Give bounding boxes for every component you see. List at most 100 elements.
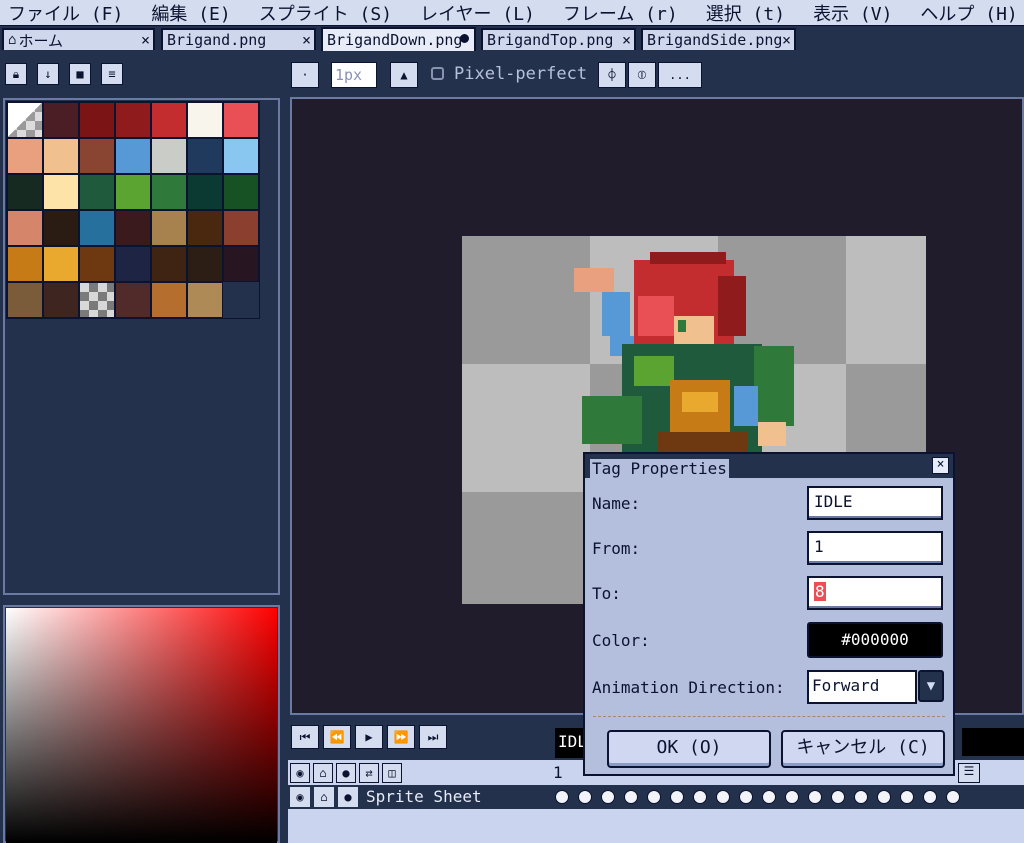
first-frame-icon[interactable]: ⏮	[291, 725, 319, 749]
dialog-titlebar[interactable]: Tag Properties ×	[585, 454, 953, 479]
palette-swatch[interactable]	[223, 174, 259, 210]
cel[interactable]	[642, 786, 665, 808]
close-icon[interactable]: ×	[782, 31, 791, 49]
palette-swatch[interactable]	[115, 210, 151, 246]
tab-brigand[interactable]: Brigand.png ×	[161, 28, 316, 50]
last-frame-icon[interactable]: ⏭	[419, 725, 447, 749]
palette-swatch[interactable]	[79, 138, 115, 174]
eye-icon[interactable]: ◉	[290, 763, 310, 783]
frames-menu-icon[interactable]: ☰	[958, 763, 980, 783]
palette-swatch[interactable]	[115, 174, 151, 210]
palette-swatch[interactable]	[151, 282, 187, 318]
palette-swatch[interactable]	[187, 282, 223, 318]
palette-swatch[interactable]	[7, 138, 43, 174]
palette-swatch[interactable]	[79, 102, 115, 138]
presets-icon[interactable]: ■	[69, 63, 91, 85]
cel[interactable]	[573, 786, 596, 808]
palette-swatch[interactable]	[187, 138, 223, 174]
palette-swatch[interactable]	[43, 102, 79, 138]
tab-brigand-side[interactable]: BrigandSide.png ×	[641, 28, 796, 50]
tag-label[interactable]: IDLE	[555, 728, 597, 758]
continuous-icon[interactable]: ●	[338, 787, 358, 807]
next-frame-icon[interactable]: ⏩	[387, 725, 415, 749]
menu-sprite[interactable]: スプライト (S)	[251, 0, 398, 25]
tab-brigand-down[interactable]: BrigandDown.png	[321, 27, 476, 51]
palette-swatch[interactable]	[187, 174, 223, 210]
menu-layer[interactable]: レイヤー (L)	[412, 0, 541, 25]
close-icon[interactable]: ×	[932, 457, 949, 474]
from-field[interactable]: 1	[807, 531, 943, 565]
tab-home[interactable]: ⌂ ホーム ×	[2, 28, 155, 50]
cel[interactable]	[550, 786, 573, 808]
cel[interactable]	[849, 786, 872, 808]
ink-icon[interactable]: ▲	[390, 62, 418, 88]
menu-frame[interactable]: フレーム (r)	[555, 0, 684, 25]
menu-icon[interactable]: ≡	[101, 63, 123, 85]
close-icon[interactable]: ×	[141, 31, 150, 49]
cel[interactable]	[941, 786, 964, 808]
to-field[interactable]: 8	[807, 576, 943, 610]
palette-swatch[interactable]	[223, 210, 259, 246]
previous-frame-icon[interactable]: ⏪	[323, 725, 351, 749]
pixel-perfect-checkbox[interactable]	[431, 67, 444, 80]
palette-swatch[interactable]	[43, 174, 79, 210]
color-swatch-button[interactable]: #000000	[807, 622, 943, 658]
cel[interactable]	[895, 786, 918, 808]
palette-swatch[interactable]	[115, 246, 151, 282]
symmetry-vertical-icon[interactable]: ⌽	[598, 62, 626, 88]
palette-swatch[interactable]	[115, 138, 151, 174]
layer-name[interactable]: Sprite Sheet	[364, 786, 548, 808]
cel[interactable]	[734, 786, 757, 808]
palette-swatch[interactable]	[43, 138, 79, 174]
cel[interactable]	[757, 786, 780, 808]
palette-swatch[interactable]	[79, 210, 115, 246]
palette-swatch[interactable]	[7, 174, 43, 210]
palette-swatch[interactable]	[223, 102, 259, 138]
lock-icon[interactable]: 🔒︎	[5, 63, 27, 85]
cel[interactable]	[688, 786, 711, 808]
cel[interactable]	[665, 786, 688, 808]
brush-shape-icon[interactable]: ·	[291, 62, 319, 88]
cel[interactable]	[803, 786, 826, 808]
play-icon[interactable]: ▶	[355, 725, 383, 749]
palette-swatch[interactable]	[43, 210, 79, 246]
more-options-button[interactable]: ...	[658, 62, 702, 88]
close-icon[interactable]: ×	[622, 31, 631, 49]
palette-swatch[interactable]	[7, 246, 43, 282]
lock-open-icon[interactable]: ⌂	[314, 787, 334, 807]
continuous-icon[interactable]: ●	[336, 763, 356, 783]
chevron-down-icon[interactable]: ▼	[918, 670, 944, 702]
palette-swatch[interactable]	[151, 246, 187, 282]
menu-help[interactable]: ヘルプ (H)	[912, 0, 1023, 25]
cel[interactable]	[872, 786, 895, 808]
palette-swatch[interactable]	[79, 282, 115, 318]
ok-button[interactable]: OK (O)	[607, 730, 771, 768]
cel[interactable]	[596, 786, 619, 808]
lock-open-icon[interactable]: ⌂	[313, 763, 333, 783]
palette-swatch[interactable]	[7, 102, 43, 138]
menu-select[interactable]: 選択 (t)	[698, 0, 791, 25]
menu-file[interactable]: ファイル (F)	[0, 0, 129, 25]
palette-swatch[interactable]	[223, 246, 259, 282]
palette-swatch[interactable]	[151, 102, 187, 138]
eye-icon[interactable]: ◉	[290, 787, 310, 807]
onion-skin-icon[interactable]: ◫	[382, 763, 402, 783]
tab-brigand-top[interactable]: BrigandTop.png ×	[481, 28, 636, 50]
close-icon[interactable]: ×	[302, 31, 311, 49]
palette-swatch[interactable]	[43, 246, 79, 282]
palette-swatch[interactable]	[115, 282, 151, 318]
cel[interactable]	[918, 786, 941, 808]
menu-edit[interactable]: 編集 (E)	[143, 0, 236, 25]
palette-swatch[interactable]	[79, 174, 115, 210]
brush-size-input[interactable]: 1px	[331, 62, 377, 88]
cel[interactable]	[711, 786, 734, 808]
link-cels-icon[interactable]: ⇄	[359, 763, 379, 783]
cel[interactable]	[826, 786, 849, 808]
palette-swatch[interactable]	[187, 102, 223, 138]
animation-direction-select[interactable]: Forward	[807, 670, 917, 704]
symmetry-horizontal-icon[interactable]: ⦶	[628, 62, 656, 88]
cel[interactable]	[780, 786, 803, 808]
layer-row[interactable]: ◉ ⌂ ● Sprite Sheet	[288, 785, 1024, 809]
color-picker-spectrum[interactable]	[6, 608, 277, 843]
palette-swatch[interactable]	[151, 210, 187, 246]
